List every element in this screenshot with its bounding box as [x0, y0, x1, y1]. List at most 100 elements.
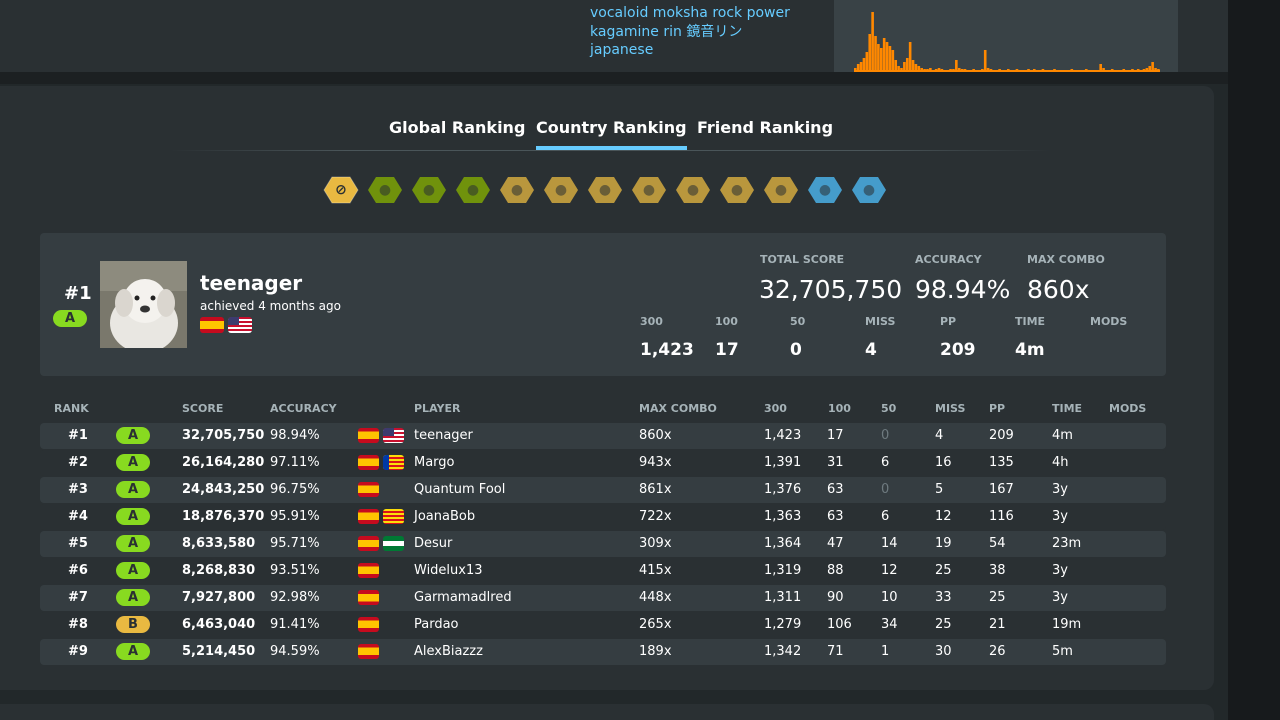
player-name-link[interactable]: teenager — [414, 428, 473, 443]
time-cell: 4h — [1052, 455, 1069, 470]
count-50-cell: 12 — [881, 563, 898, 578]
es-flag-icon[interactable] — [358, 563, 379, 578]
mod-spun-out-icon[interactable]: ● — [763, 176, 799, 204]
miss-cell: 19 — [935, 536, 952, 551]
dog-avatar-image — [100, 261, 187, 348]
table-row[interactable]: A #9 5,214,450 94.59% AlexBiazzz 189x 1,342 71 1… — [40, 639, 1166, 665]
table-row[interactable]: A #4 18,876,370 95.91% JoanaBob 722x 1,363 63 6 1… — [40, 504, 1166, 530]
grade-badge: A — [116, 643, 150, 660]
player-name-link[interactable]: AlexBiazzz — [414, 644, 483, 659]
es-flag-icon[interactable] — [358, 428, 379, 443]
mod-no-mod-icon[interactable]: ⊘ — [323, 176, 359, 204]
total-score-value: 32,705,750 — [759, 275, 903, 304]
mod-hidden-icon[interactable]: ● — [675, 176, 711, 204]
player-name-link[interactable]: Garmamadlred — [414, 590, 512, 605]
accuracy-cell: 91.41% — [270, 617, 320, 632]
mod-double-time-icon[interactable]: ● — [631, 176, 667, 204]
max-combo-cell: 860x — [639, 428, 672, 443]
tag-line[interactable]: vocaloid moksha rock power — [590, 4, 830, 23]
es-flag-icon[interactable] — [358, 617, 379, 632]
grade-badge-label: B — [116, 616, 150, 633]
header-time: TIME — [1052, 402, 1083, 415]
max-combo-cell: 189x — [639, 644, 672, 659]
mod-auto-icon[interactable]: ● — [851, 176, 887, 204]
mod-flashlight-icon[interactable]: ● — [719, 176, 755, 204]
mod-sudden-death-icon[interactable]: ● — [543, 176, 579, 204]
grade-badge: B — [116, 616, 150, 633]
miss-label: MISS — [865, 315, 896, 328]
es-flag-icon[interactable] — [358, 644, 379, 659]
beatmap-tags: vocaloid moksha rock power kagamine rin … — [590, 4, 830, 60]
max-combo-cell: 722x — [639, 509, 672, 524]
count-50-cell: 10 — [881, 590, 898, 605]
cat-flag-icon[interactable] — [383, 509, 404, 524]
max-combo-label: MAX COMBO — [1027, 253, 1105, 266]
usa-flag-icon[interactable] — [228, 317, 252, 333]
count-50-value: 0 — [790, 340, 802, 360]
max-combo-cell: 448x — [639, 590, 672, 605]
avatar[interactable] — [100, 261, 187, 348]
time-cell: 3y — [1052, 482, 1068, 497]
es-flag-icon[interactable] — [358, 482, 379, 497]
player-name-link[interactable]: JoanaBob — [414, 509, 475, 524]
accuracy-cell: 94.59% — [270, 644, 320, 659]
rank-cell: #2 — [68, 455, 88, 470]
count-50-cell: 34 — [881, 617, 898, 632]
player-name-link[interactable]: Widelux13 — [414, 563, 483, 578]
rank-cell: #5 — [68, 536, 88, 551]
mod-relax-icon[interactable]: ● — [807, 176, 843, 204]
header-50: 50 — [881, 402, 897, 415]
count-50-cell: 1 — [881, 644, 890, 659]
mod-no-fail-icon[interactable]: ● — [411, 176, 447, 204]
table-row[interactable]: A #7 7,927,800 92.98% Garmamadlred 448x 1,311 9… — [40, 585, 1166, 611]
tab-friend-ranking[interactable]: Friend Ranking — [697, 118, 833, 150]
player-name-link[interactable]: Quantum Fool — [414, 482, 505, 497]
tag-line[interactable]: kagamine rin 鏡音リン — [590, 23, 830, 42]
table-row[interactable]: B #8 6,463,040 91.41% Pardao 265x 1,279 106 34 25… — [40, 612, 1166, 638]
player-name-link[interactable]: Desur — [414, 536, 452, 551]
player-name-link[interactable]: Pardao — [414, 617, 459, 632]
score-cell: 32,705,750 — [182, 428, 265, 443]
country-flags — [358, 482, 379, 497]
rank-cell: #8 — [68, 617, 88, 632]
pp-cell: 26 — [989, 644, 1006, 659]
miss-cell: 12 — [935, 509, 952, 524]
count-300-label: 300 — [640, 315, 663, 328]
tab-global-ranking[interactable]: Global Ranking — [389, 118, 525, 150]
time-cell: 4m — [1052, 428, 1073, 443]
table-row[interactable]: A #5 8,633,580 95.71% Desur 309x 1,364 47 14 19 54… — [40, 531, 1166, 557]
table-row[interactable]: A #6 8,268,830 93.51% Widelux13 415x 1,319 88 12… — [40, 558, 1166, 584]
mod-easy-icon[interactable]: ● — [367, 176, 403, 204]
mod-perfect-icon[interactable]: ● — [587, 176, 623, 204]
player-name-link[interactable]: Margo — [414, 455, 455, 470]
top-score-grade-badge: A — [53, 310, 87, 327]
top-score-player-name[interactable]: teenager — [200, 271, 302, 295]
es-flag-icon[interactable] — [358, 455, 379, 470]
table-row[interactable]: A #1 32,705,750 98.94% teenager 860x 1,423 17 0 4… — [40, 423, 1166, 449]
table-row[interactable]: A #2 26,164,280 97.11% Margo 943x 1,391 31 6 16 13… — [40, 450, 1166, 476]
es-flag-icon[interactable] — [358, 590, 379, 605]
table-row[interactable]: A #3 24,843,250 96.75% Quantum Fool 861x 1,376… — [40, 477, 1166, 503]
mod-hard-rock-icon[interactable]: ● — [499, 176, 535, 204]
mod-half-time-icon[interactable]: ● — [455, 176, 491, 204]
us-flag-icon[interactable] — [383, 428, 404, 443]
es-flag-icon[interactable] — [358, 536, 379, 551]
score-cell: 18,876,370 — [182, 509, 265, 524]
graph-bar — [891, 50, 895, 72]
pp-value: 209 — [940, 340, 976, 360]
tag-line[interactable]: japanese — [590, 41, 830, 60]
count-100-cell: 71 — [827, 644, 844, 659]
spain-flag-icon[interactable] — [200, 317, 224, 333]
top-score-rank: #1 — [64, 283, 92, 304]
tab-country-ranking[interactable]: Country Ranking — [536, 118, 687, 150]
miss-cell: 4 — [935, 428, 944, 443]
count-100-cell: 63 — [827, 482, 844, 497]
time-cell: 3y — [1052, 563, 1068, 578]
grade-badge: A — [116, 454, 150, 471]
an-flag-icon[interactable] — [383, 536, 404, 551]
vl-flag-icon[interactable] — [383, 455, 404, 470]
es-flag-icon[interactable] — [358, 509, 379, 524]
count-300-cell: 1,423 — [764, 428, 802, 443]
max-combo-cell: 415x — [639, 563, 672, 578]
miss-cell: 16 — [935, 455, 952, 470]
